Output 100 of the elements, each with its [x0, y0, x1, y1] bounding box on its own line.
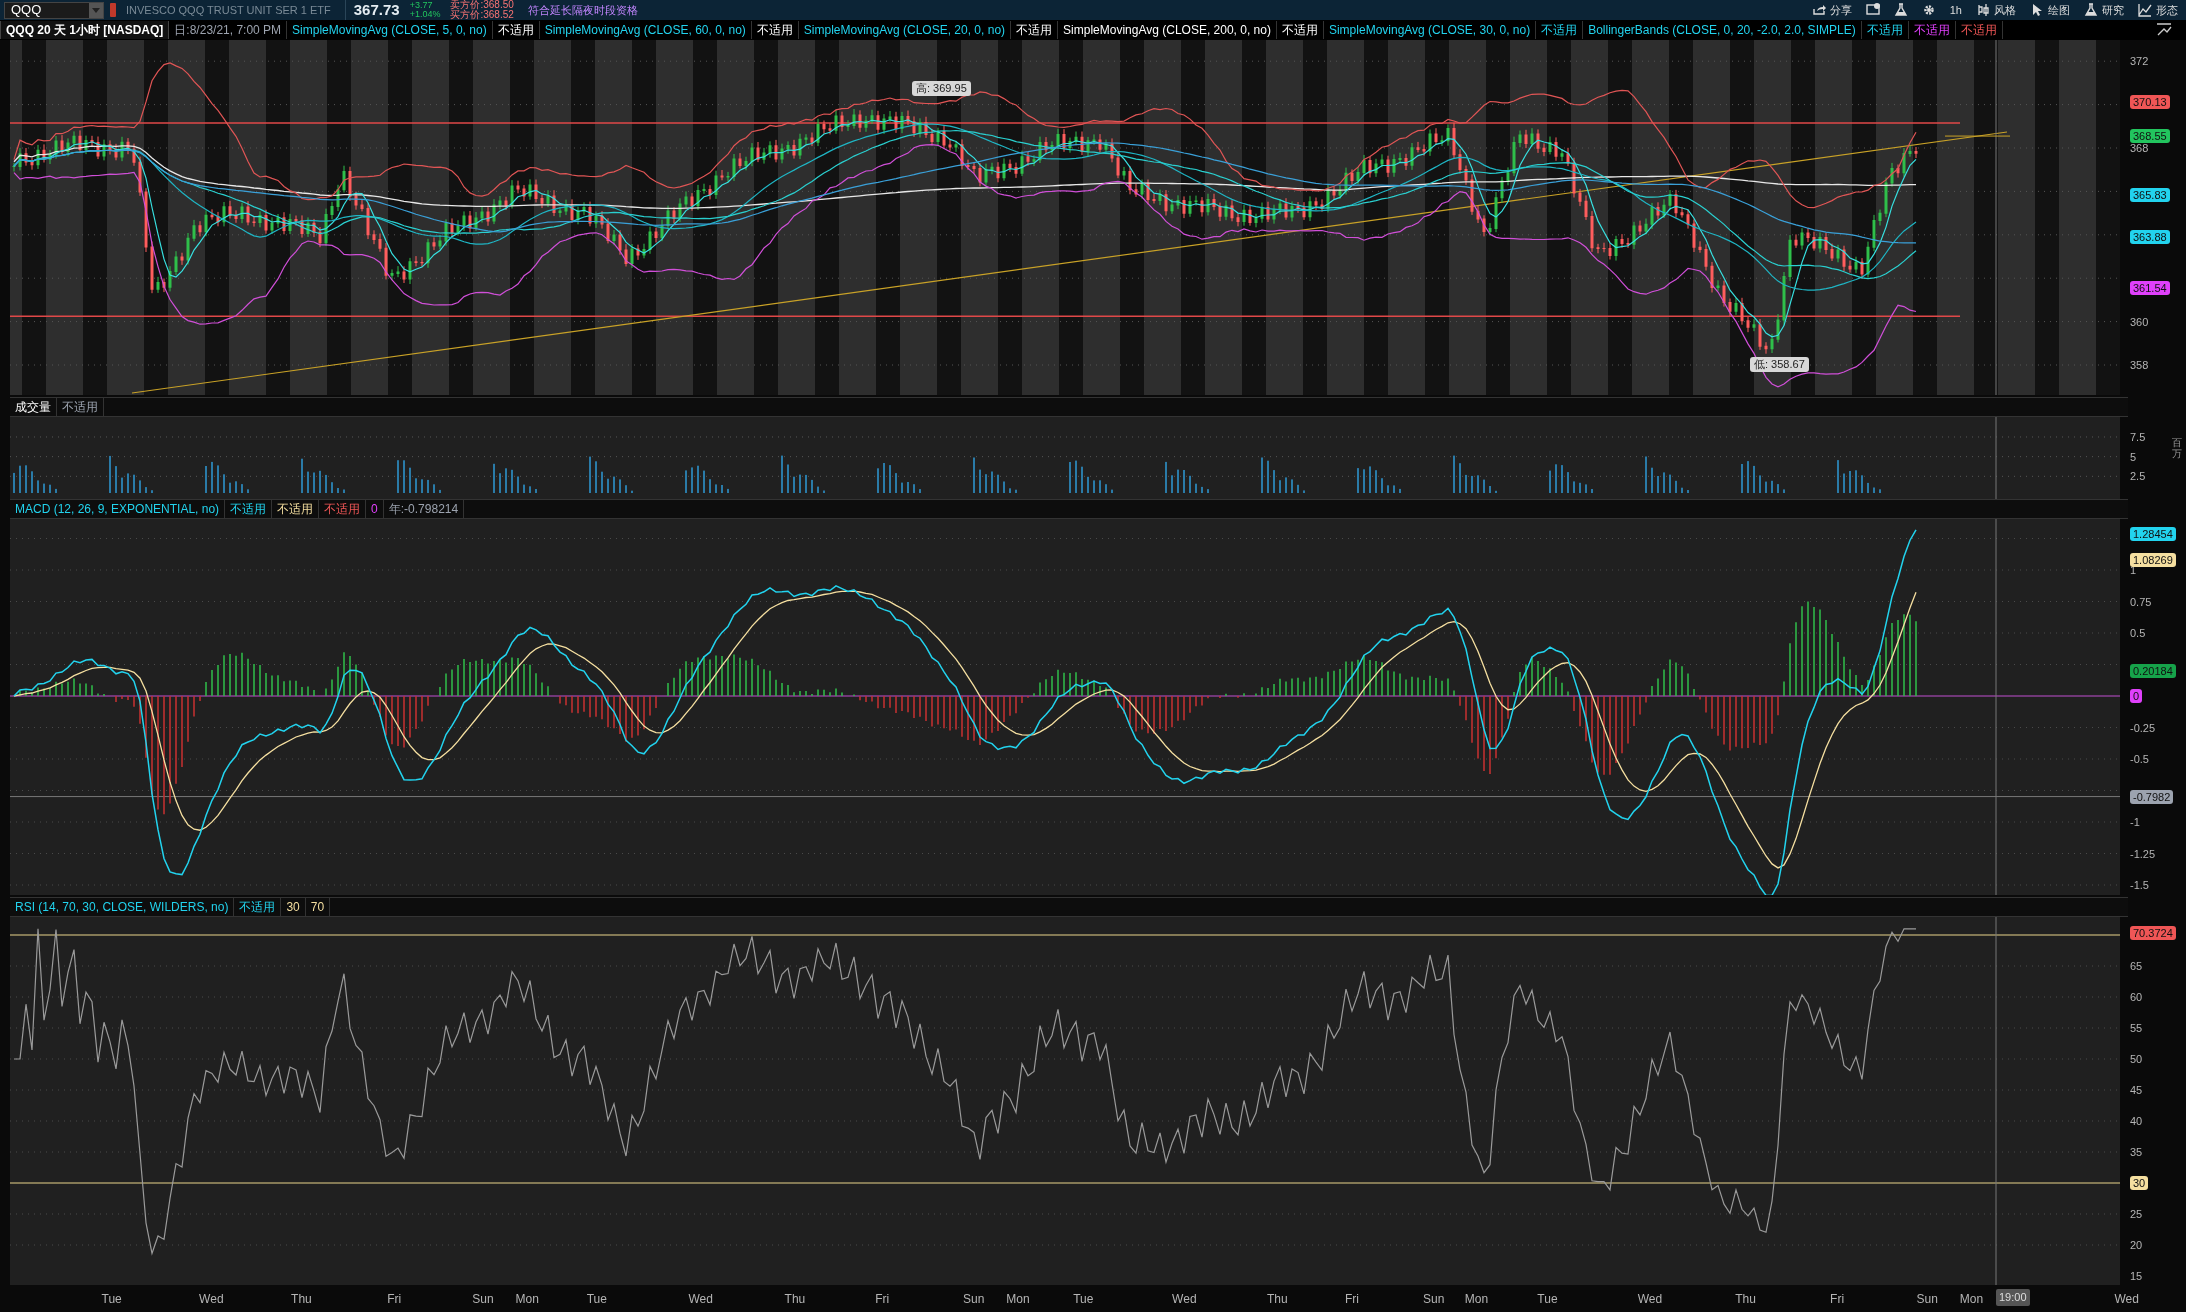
- time-label: Wed: [1637, 1291, 1663, 1308]
- study-label: 不适用: [1011, 21, 1059, 39]
- axis-tick: 2.5: [2130, 470, 2146, 483]
- value-marker: 30: [2130, 1176, 2149, 1190]
- link-marker-icon[interactable]: [110, 3, 116, 17]
- style-button[interactable]: 风格: [1976, 1, 2016, 19]
- axis-tick: 40: [2130, 1115, 2143, 1127]
- axis-tick: 35: [2130, 1146, 2143, 1158]
- time-label: Fri: [1344, 1291, 1359, 1308]
- study-label: SimpleMovingAvg (CLOSE, 60, 0, no): [539, 21, 752, 39]
- time-label: Tue: [1537, 1291, 1558, 1308]
- time-label: Thu: [1266, 1291, 1288, 1308]
- axis-tick: -1.25: [2130, 847, 2156, 860]
- flask-icon: [2084, 3, 2098, 17]
- study-button[interactable]: 研究: [2084, 1, 2124, 19]
- axis-tick: 50: [2130, 1053, 2143, 1065]
- low-price-bubble: 低: 358.67: [1750, 357, 1809, 372]
- axis-tick: 7.5: [2130, 430, 2146, 443]
- axis-tick: -1.5: [2130, 879, 2149, 891]
- value-marker: 363.88: [2130, 230, 2170, 245]
- bar-date: 日:8/23/21, 7:00 PM: [169, 21, 288, 39]
- value-marker: 70.3724: [2130, 925, 2176, 940]
- time-label: Sun: [1916, 1291, 1938, 1308]
- value-marker: -0.7982: [2130, 789, 2174, 804]
- axis-tick: 60: [2130, 991, 2143, 1003]
- time-label: Mon: [1006, 1291, 1030, 1308]
- indicator-label: 不适用: [225, 500, 273, 518]
- quote-line: 买方价:368.52: [450, 10, 514, 20]
- last-price: 367.73: [353, 0, 400, 20]
- indicator-label: RSI (14, 70, 30, CLOSE, WILDERS, no): [10, 898, 235, 916]
- time-label: Sun: [963, 1291, 985, 1308]
- study-label: 不适用: [1861, 21, 1909, 39]
- settings-icon: [1921, 3, 1936, 17]
- axis-tick: 360: [2130, 315, 2149, 328]
- price-line: [1944, 135, 2011, 137]
- value-marker: 361.54: [2130, 281, 2170, 296]
- axis-tick: 25: [2130, 1208, 2143, 1220]
- share-button[interactable]: 分享: [1811, 1, 1852, 19]
- study-label: 不适用: [1276, 21, 1324, 39]
- value-marker: 370.13: [2130, 94, 2170, 109]
- study-label: BollingerBands (CLOSE, 0, 20, -2.0, 2.0, SIMPLE): [1583, 21, 1862, 39]
- axis-tick: 358: [2130, 359, 2149, 371]
- time-label: Thu: [1735, 1291, 1756, 1308]
- study-label: 不适用: [751, 21, 799, 39]
- time-label: Wed: [1172, 1291, 1197, 1308]
- indicator-label: 70: [305, 898, 331, 916]
- study-label: 不适用: [1955, 21, 2003, 39]
- axis-tick: 368: [2130, 142, 2149, 154]
- quote-line: 卖方价:368.50: [450, 0, 514, 10]
- indicator-label: 成交量: [10, 398, 57, 416]
- indicator-label: MACD (12, 26, 9, EXPONENTIAL, no): [10, 500, 226, 518]
- time-label: Fri: [387, 1291, 402, 1308]
- value-marker: 0: [2130, 689, 2143, 703]
- indicator-label: 不适用: [319, 500, 367, 518]
- indicator-label: 0: [366, 500, 384, 518]
- share-icon: [1811, 3, 1826, 17]
- axis-tick: 45: [2130, 1084, 2143, 1096]
- draw-button[interactable]: 绘图: [2030, 1, 2070, 19]
- value-marker: 1.28454: [2130, 527, 2176, 542]
- time-label: Wed: [688, 1291, 713, 1308]
- axis-tick: -1: [2130, 816, 2140, 828]
- time-label: Wed: [199, 1291, 224, 1308]
- time-label: Tue: [1073, 1291, 1094, 1308]
- time-marker: 19:00: [1996, 1289, 2030, 1306]
- text-button[interactable]: 1h: [1949, 1, 1962, 19]
- flask-icon: [1893, 3, 1908, 17]
- candlestick-icon: [1976, 3, 1990, 17]
- time-label: Thu: [291, 1291, 312, 1308]
- pattern-button[interactable]: 形态: [2138, 1, 2178, 19]
- study-label: 不适用: [1536, 21, 1584, 39]
- time-label: Fri: [1830, 1291, 1845, 1308]
- study-label: 不适用: [1908, 21, 1956, 39]
- chart-title: QQQ 20 天 1小时 [NASDAQ]: [0, 21, 170, 39]
- extended-hours-notice: 符合延长隔夜时段资格: [527, 2, 638, 18]
- time-label: Wed: [2114, 1291, 2139, 1308]
- time-label: Thu: [784, 1291, 806, 1308]
- time-label: Fri: [875, 1291, 890, 1308]
- value-marker: 365.83: [2130, 188, 2170, 203]
- time-label: Mon: [1959, 1291, 1984, 1308]
- collapse-icon[interactable]: [2156, 23, 2172, 37]
- axis-tick: 5: [2130, 450, 2137, 463]
- percent-change: +1.04%: [409, 10, 441, 19]
- symbol-field[interactable]: QQQ: [4, 1, 104, 19]
- study-label: SimpleMovingAvg (CLOSE, 20, 0, no): [798, 21, 1012, 39]
- study-label: SimpleMovingAvg (CLOSE, 200, 0, no): [1058, 21, 1277, 39]
- study-label: 不适用: [492, 21, 540, 39]
- time-label: Tue: [586, 1291, 607, 1308]
- time-label: Tue: [101, 1291, 122, 1308]
- axis-tick: 15: [2130, 1270, 2143, 1282]
- indicator-label: 不适用: [57, 398, 104, 416]
- alert-icon: [1865, 3, 1880, 17]
- flask-button[interactable]: [1893, 1, 1908, 19]
- time-label: Mon: [1464, 1291, 1489, 1308]
- axis-tick: 372: [2130, 55, 2149, 68]
- time-label: Sun: [472, 1291, 494, 1308]
- study-label: SimpleMovingAvg (CLOSE, 5, 0, no): [287, 21, 493, 39]
- axis-tick: -0.5: [2130, 753, 2149, 765]
- axis-tick: 20: [2130, 1239, 2143, 1251]
- price-change: +3.77: [409, 1, 434, 10]
- indicator-label: 不适用: [272, 500, 320, 518]
